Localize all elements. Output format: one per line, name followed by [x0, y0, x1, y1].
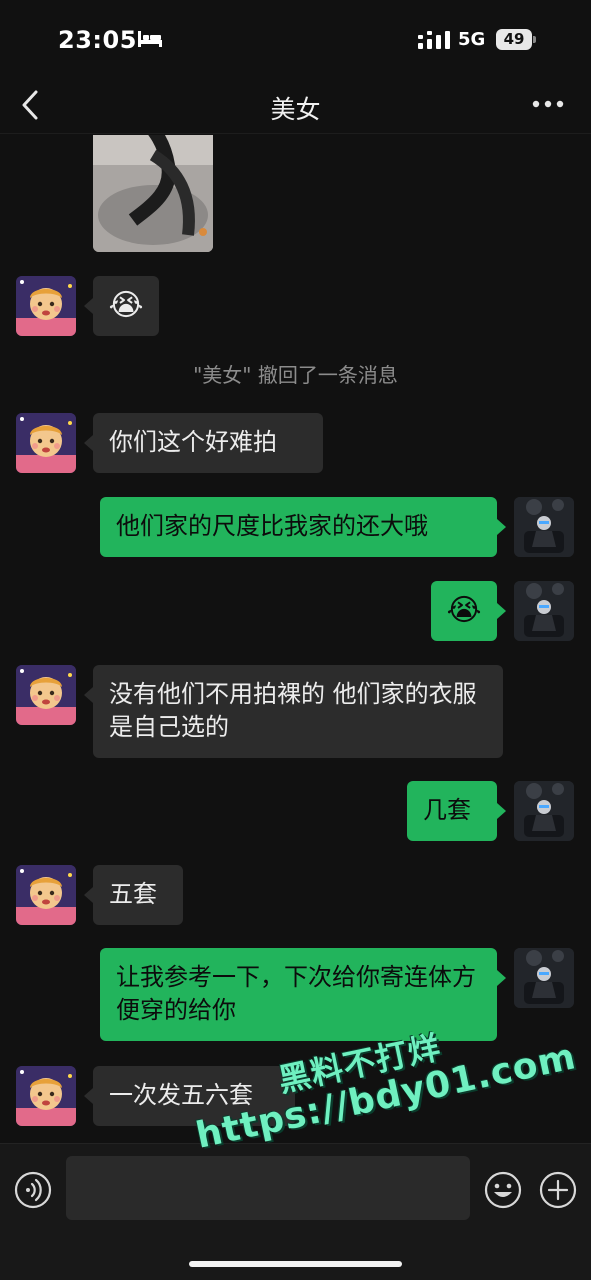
smiley-icon[interactable] [484, 1171, 522, 1209]
plus-icon[interactable] [539, 1171, 577, 1209]
message-input[interactable] [66, 1156, 470, 1220]
avatar-self-icon [514, 948, 574, 1008]
avatar-self-icon [514, 497, 574, 557]
message-bubble[interactable]: 五套 [93, 865, 183, 925]
avatar-self-icon [514, 781, 574, 841]
recall-notice: "美女" 撤回了一条消息 [193, 363, 398, 387]
crying-emoji: 😭 [108, 288, 144, 323]
avatar-cartoon-icon [16, 1066, 76, 1126]
message-bubble-self[interactable]: 他们家的尺度比我家的还大哦 [100, 497, 497, 557]
avatar-other[interactable] [16, 276, 76, 336]
status-time: 23:05 [58, 26, 137, 54]
avatar-cartoon-icon [16, 665, 76, 725]
crying-emoji: 😭 [446, 593, 482, 628]
message-bubble[interactable]: 你们这个好难拍 [93, 413, 323, 473]
avatar-other[interactable] [16, 413, 76, 473]
avatar-other[interactable] [16, 665, 76, 725]
avatar-self[interactable] [514, 781, 574, 841]
network-label: 5G [458, 29, 486, 50]
battery-indicator: 49 [496, 29, 536, 50]
message-bubble-self[interactable]: 几套 [407, 781, 497, 841]
message-bubble[interactable]: 一次发五六套 [93, 1066, 295, 1126]
avatar-self[interactable] [514, 581, 574, 641]
avatar-self[interactable] [514, 497, 574, 557]
message-bubble[interactable]: 没有他们不用拍裸的 他们家的衣服是自己选的 [93, 665, 503, 758]
avatar-cartoon-icon [16, 865, 76, 925]
chat-screen: 23:05 5G 49 美女 😭 "美女" 撤回了一条消息 你们这个好难拍 他们… [0, 0, 591, 1280]
avatar-other[interactable] [16, 865, 76, 925]
status-bar: 23:05 5G 49 [0, 0, 591, 80]
avatar-self-icon [514, 581, 574, 641]
voice-icon[interactable] [14, 1171, 52, 1209]
message-bubble-self[interactable]: 让我参考一下，下次给你寄连体方便穿的给你 [100, 948, 497, 1041]
avatar-cartoon-icon [16, 413, 76, 473]
signal-icon [418, 31, 450, 49]
image-message[interactable] [93, 135, 213, 252]
photo-thumbnail [93, 135, 213, 252]
nav-bar: 美女 [0, 80, 591, 134]
input-bar [0, 1143, 591, 1280]
message-bubble-self[interactable]: 😭 [431, 581, 497, 641]
avatar-self[interactable] [514, 948, 574, 1008]
avatar-cartoon-icon [16, 276, 76, 336]
message-list[interactable]: 😭 "美女" 撤回了一条消息 你们这个好难拍 他们家的尺度比我家的还大哦 😭 没… [0, 135, 591, 1143]
more-dots-icon[interactable] [530, 94, 566, 114]
chat-title: 美女 [270, 95, 321, 124]
avatar-other[interactable] [16, 1066, 76, 1126]
battery-level: 49 [503, 30, 525, 48]
bed-icon [138, 31, 162, 47]
home-indicator[interactable] [189, 1261, 402, 1267]
message-bubble[interactable]: 😭 [93, 276, 159, 336]
